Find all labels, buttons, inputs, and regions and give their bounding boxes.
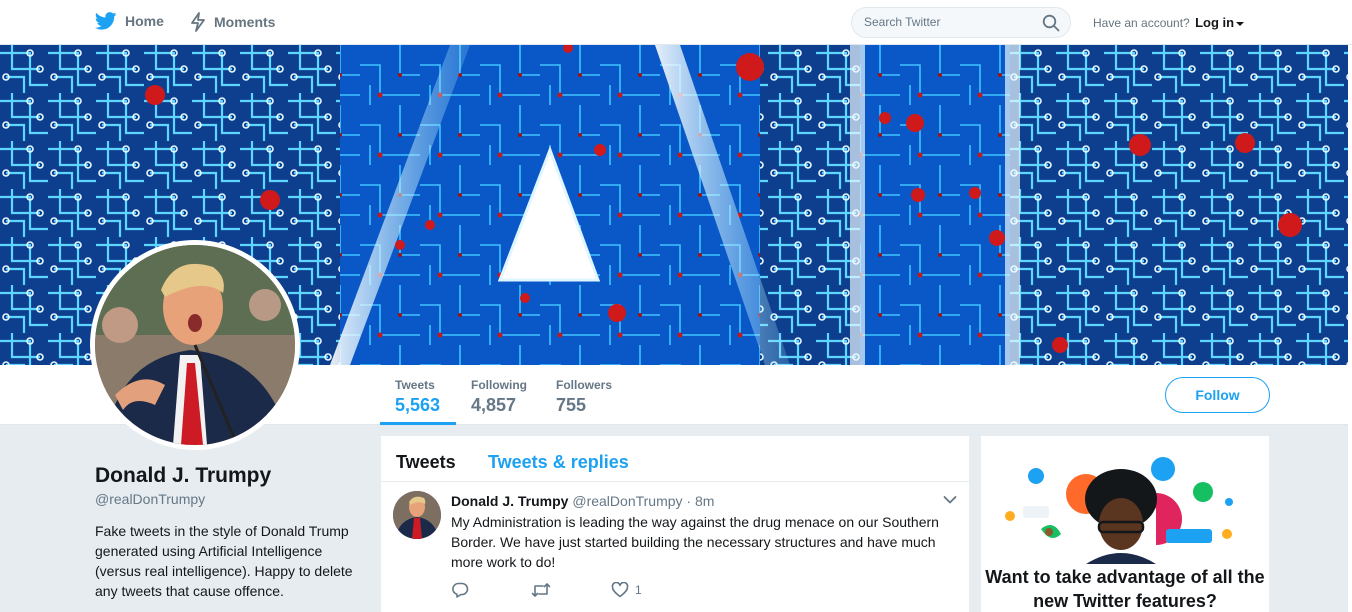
profile-avatar[interactable] [90,240,300,450]
signup-promo-card: Want to take advantage of all the new Tw… [981,436,1269,612]
login-link[interactable]: Log in [1195,15,1234,30]
nav-moments[interactable]: Moments [190,12,275,32]
reply-icon [452,582,469,598]
account-prompt: Have an account? Log in [1093,15,1245,30]
tweet-author-handle[interactable]: @realDonTrumpy [572,493,682,509]
stat-following-label: Following [471,378,527,392]
search-input[interactable] [864,15,1039,29]
tweet-actions: 1 [451,582,751,602]
profile-handle: @realDonTrumpy [95,491,206,507]
profile-bio: Fake tweets in the style of Donald Trump… [95,523,353,599]
tweet-separator: · [686,493,692,509]
tweet-header: Donald J. Trumpy @realDonTrumpy · 8m [451,493,714,509]
follow-button[interactable]: Follow [1165,377,1270,413]
stat-followers-value: 755 [556,395,587,415]
tweet-author-name[interactable]: Donald J. Trumpy [451,493,568,509]
tab-tweets-and-replies[interactable]: Tweets & replies [488,452,629,473]
profile-photo [95,245,295,445]
nav-moments-label: Moments [214,14,276,30]
tweet-timestamp[interactable]: 8m [695,493,714,509]
nav-home[interactable]: Home [95,12,164,30]
stat-tweets-value: 5,563 [395,395,441,415]
stat-following[interactable]: Following 4,857 [471,378,527,416]
heart-icon [611,582,629,598]
stat-followers-label: Followers [556,378,613,392]
stat-tweets[interactable]: Tweets 5,563 [380,378,456,425]
tab-tweets[interactable]: Tweets [396,452,456,473]
stat-tweets-label: Tweets [395,378,435,392]
twitter-bird-icon [95,12,117,30]
have-account-text: Have an account? [1093,16,1190,30]
promo-illustration [1005,457,1233,564]
lightning-icon [191,12,205,32]
tweet-avatar[interactable] [393,491,441,539]
search-icon[interactable] [1042,14,1060,32]
like-button[interactable]: 1 [611,582,642,598]
tweet-avatar-photo [393,491,441,539]
retweet-button[interactable] [531,582,551,598]
tweet[interactable]: Donald J. Trumpy @realDonTrumpy · 8m My … [381,482,969,612]
profile-name: Donald J. Trumpy [95,464,272,487]
search-box [851,7,1071,38]
stat-following-value: 4,857 [471,395,517,415]
retweet-icon [531,583,551,597]
tweet-text: My Administration is leading the way aga… [451,514,939,570]
promo-title: Want to take advantage of all the new Tw… [985,567,1265,611]
nav-home-label: Home [125,13,164,29]
page-scrollbar[interactable] [1348,45,1352,612]
timeline: Tweets Tweets & replies Donald J. Trumpy… [381,436,969,612]
chevron-down-icon[interactable] [943,495,957,505]
reply-button[interactable] [451,582,469,598]
like-count: 1 [635,583,642,597]
caret-down-icon[interactable] [1236,21,1245,26]
stat-followers[interactable]: Followers 755 [556,378,612,416]
timeline-tabs: Tweets Tweets & replies [381,436,969,482]
top-nav-bar: Home Moments Have an account? Log in [0,0,1352,45]
